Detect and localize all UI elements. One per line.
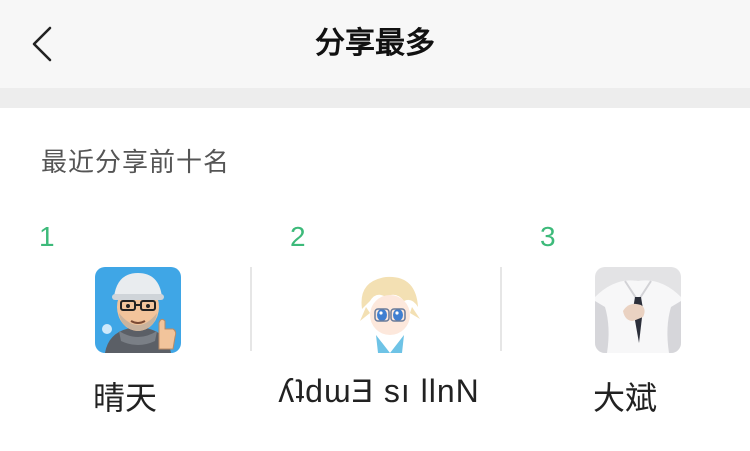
- ranking-item-3[interactable]: 3 大斌: [500, 215, 750, 417]
- ranking-item-1[interactable]: 1 晴天: [0, 215, 250, 417]
- rank-number: 2: [290, 221, 306, 252]
- chevron-left-icon: [30, 26, 54, 62]
- rank-name: ʎʇdɯƎ sı llnN: [278, 373, 480, 409]
- back-button[interactable]: [0, 0, 84, 88]
- rank-name: 晴天: [92, 379, 157, 417]
- rank-name: 大斌: [592, 379, 657, 417]
- divider: [500, 267, 502, 351]
- section-separator: [0, 88, 750, 108]
- avatar[interactable]: [595, 267, 681, 353]
- divider: [250, 267, 252, 351]
- section-title: 最近分享前十名: [41, 148, 231, 178]
- avatar[interactable]: [95, 267, 181, 353]
- navbar: 分享最多: [0, 0, 750, 88]
- ranking-item-2[interactable]: 2 ʎʇdɯƎ sı llnN: [250, 215, 500, 415]
- avatar[interactable]: [346, 267, 432, 353]
- rank-number: 3: [540, 221, 556, 252]
- page-title: 分享最多: [315, 26, 435, 61]
- ranking-list: 1 晴天 2 ʎʇdɯƎ sı llnN 3 大斌: [0, 215, 750, 417]
- rank-number: 1: [39, 221, 55, 252]
